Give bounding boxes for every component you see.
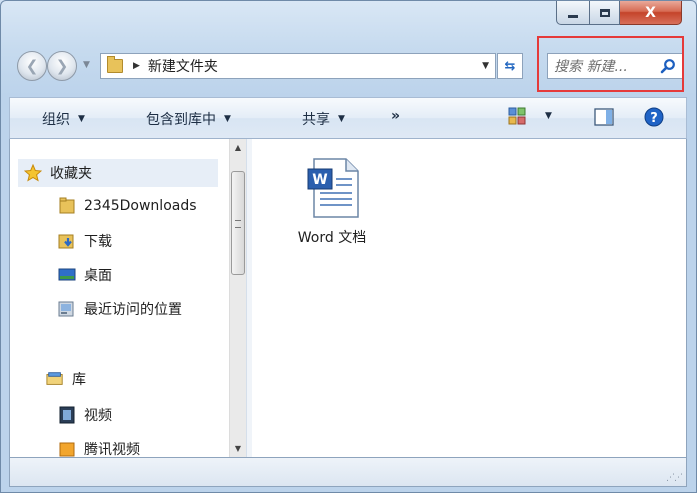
view-options-dropdown[interactable]: ▼ bbox=[545, 111, 552, 121]
breadcrumb-arrow-icon[interactable]: ▶ bbox=[133, 61, 140, 71]
more-commands-label: » bbox=[391, 108, 401, 124]
back-button[interactable]: ❮ bbox=[17, 51, 47, 81]
desktop-icon bbox=[58, 266, 76, 284]
preview-pane-icon bbox=[594, 108, 614, 126]
chevron-down-icon: ▼ bbox=[545, 111, 552, 121]
sidebar-item-label: 视频 bbox=[84, 408, 112, 424]
address-dropdown-icon[interactable]: ▼ bbox=[482, 61, 489, 71]
svg-text:?: ? bbox=[650, 111, 658, 126]
sidebar-item-label: 2345Downloads bbox=[84, 198, 197, 214]
close-button[interactable]: X bbox=[620, 1, 682, 25]
scroll-up-arrow-icon[interactable]: ▲ bbox=[230, 139, 246, 156]
sidebar-item-label: 下载 bbox=[84, 234, 112, 250]
recent-places-icon bbox=[58, 300, 76, 318]
sidebar-item-2345downloads[interactable]: 2345Downloads bbox=[58, 197, 197, 215]
help-icon: ? bbox=[644, 107, 664, 127]
search-icon[interactable] bbox=[660, 58, 676, 78]
chevron-down-icon: ▼ bbox=[78, 114, 85, 124]
include-in-library-label: 包含到库中 bbox=[146, 112, 216, 128]
resize-grip-icon[interactable]: ⋰⋰ bbox=[666, 473, 683, 483]
navigation-scrollbar[interactable]: ▲ ▼ bbox=[229, 139, 246, 457]
status-bar: ⋰⋰ bbox=[9, 457, 687, 487]
sidebar-item-libraries[interactable]: 库 bbox=[46, 369, 86, 389]
refresh-button[interactable]: ⇆ bbox=[497, 53, 523, 79]
command-bar: 组织 ▼ 包含到库中 ▼ 共享 ▼ » ▼ ? bbox=[9, 97, 687, 139]
folder-icon bbox=[107, 56, 123, 73]
file-name: Word 文档 bbox=[297, 230, 367, 246]
navigation-pane: 收藏夹 2345Downloads 下载 桌面 最近访问的位置 库 视频 腾讯视… bbox=[10, 139, 246, 457]
star-icon bbox=[24, 164, 42, 182]
sidebar-item-desktop[interactable]: 桌面 bbox=[58, 265, 112, 285]
search-placeholder: 搜索 新建... bbox=[554, 59, 628, 75]
scrollbar-grip bbox=[235, 220, 241, 228]
sidebar-item-videos[interactable]: 视频 bbox=[58, 405, 112, 425]
download-folder-icon bbox=[58, 232, 76, 250]
forward-arrow-icon: ❯ bbox=[55, 57, 69, 75]
library-icon bbox=[46, 370, 64, 388]
close-label: X bbox=[645, 4, 656, 21]
organize-label: 组织 bbox=[42, 112, 70, 128]
scroll-down-arrow-icon[interactable]: ▼ bbox=[230, 440, 246, 457]
refresh-icon: ⇆ bbox=[504, 58, 516, 74]
svg-text:W: W bbox=[312, 172, 327, 188]
sidebar-item-tencent-video[interactable]: 腾讯视频 bbox=[58, 439, 140, 457]
sidebar-item-favorites[interactable]: 收藏夹 bbox=[18, 159, 218, 187]
breadcrumb-current-folder[interactable]: 新建文件夹 bbox=[148, 56, 218, 76]
organize-menu[interactable]: 组织 ▼ bbox=[42, 109, 85, 129]
share-label: 共享 bbox=[302, 112, 330, 128]
search-input[interactable]: 搜索 新建... bbox=[547, 53, 683, 79]
sidebar-item-label: 最近访问的位置 bbox=[84, 302, 182, 318]
back-arrow-icon: ❮ bbox=[25, 57, 39, 75]
sidebar-item-label: 腾讯视频 bbox=[84, 442, 140, 457]
sidebar-item-label: 收藏夹 bbox=[50, 166, 92, 182]
content-area: 收藏夹 2345Downloads 下载 桌面 最近访问的位置 库 视频 腾讯视… bbox=[9, 139, 687, 457]
share-menu[interactable]: 共享 ▼ bbox=[302, 109, 345, 129]
help-button[interactable]: ? bbox=[644, 107, 664, 127]
preview-pane-button[interactable] bbox=[594, 108, 614, 126]
maximize-icon bbox=[599, 8, 610, 17]
minimize-button[interactable] bbox=[556, 1, 590, 25]
word-document-icon: W bbox=[307, 158, 359, 218]
sidebar-item-recent-places[interactable]: 最近访问的位置 bbox=[58, 299, 182, 319]
change-view-button[interactable] bbox=[508, 107, 526, 125]
include-in-library-menu[interactable]: 包含到库中 ▼ bbox=[146, 109, 231, 129]
file-list[interactable]: W Word 文档 bbox=[252, 139, 686, 457]
minimize-icon bbox=[568, 15, 578, 18]
sidebar-item-downloads[interactable]: 下载 bbox=[58, 231, 112, 251]
folder-icon bbox=[58, 197, 76, 215]
maximize-button[interactable] bbox=[590, 1, 620, 25]
explorer-window: X ❮ ❯ ▼ ▶ 新建文件夹 ▼ ⇆ 搜索 新建... 组织 ▼ 包含到库中 … bbox=[0, 0, 697, 493]
address-bar[interactable]: ▶ 新建文件夹 ▼ bbox=[100, 53, 496, 79]
file-item[interactable]: W Word 文档 bbox=[282, 155, 382, 247]
forward-button[interactable]: ❯ bbox=[47, 51, 77, 81]
view-icon bbox=[508, 107, 526, 125]
window-controls: X bbox=[556, 1, 682, 29]
video-library-icon bbox=[58, 406, 76, 424]
recent-pages-dropdown[interactable]: ▼ bbox=[83, 60, 90, 70]
sidebar-item-label: 桌面 bbox=[84, 268, 112, 284]
sidebar-item-label: 库 bbox=[72, 372, 86, 388]
more-commands-button[interactable]: » bbox=[391, 108, 400, 124]
chevron-down-icon: ▼ bbox=[338, 114, 345, 124]
folder-icon bbox=[58, 439, 76, 457]
scrollbar-thumb[interactable] bbox=[231, 171, 245, 275]
chevron-down-icon: ▼ bbox=[224, 114, 231, 124]
address-row: ❮ ❯ ▼ ▶ 新建文件夹 ▼ ⇆ 搜索 新建... bbox=[17, 47, 687, 87]
